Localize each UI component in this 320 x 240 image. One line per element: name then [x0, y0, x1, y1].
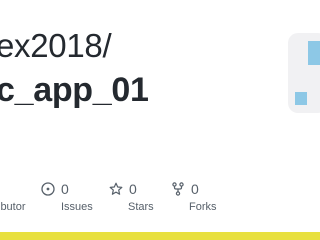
avatar-pixel [308, 41, 320, 65]
avatar-pixel [295, 92, 307, 105]
forks-stat: 0 Forks [171, 181, 217, 213]
issues-stat: 0 Issues [41, 181, 93, 213]
star-icon [109, 182, 123, 196]
issues-label: Issues [61, 201, 93, 213]
fork-icon [171, 182, 185, 196]
repo-owner[interactable]: ex2018/ [0, 29, 112, 62]
forks-count: 0 [191, 181, 199, 197]
contributors-label: ibutor [0, 201, 26, 213]
forks-label: Forks [189, 201, 217, 213]
issue-circle-icon [41, 182, 55, 196]
stars-stat: 0 Stars [109, 181, 154, 213]
stars-label: Stars [128, 201, 154, 213]
language-bar [0, 232, 320, 240]
repo-name[interactable]: c_app_01 [0, 73, 149, 107]
stars-count: 0 [129, 181, 137, 197]
owner-avatar [288, 33, 320, 113]
issues-count: 0 [61, 181, 69, 197]
repo-social-card: ex2018/ c_app_01 ibutor 0 Issues 0 Stars… [0, 0, 320, 240]
